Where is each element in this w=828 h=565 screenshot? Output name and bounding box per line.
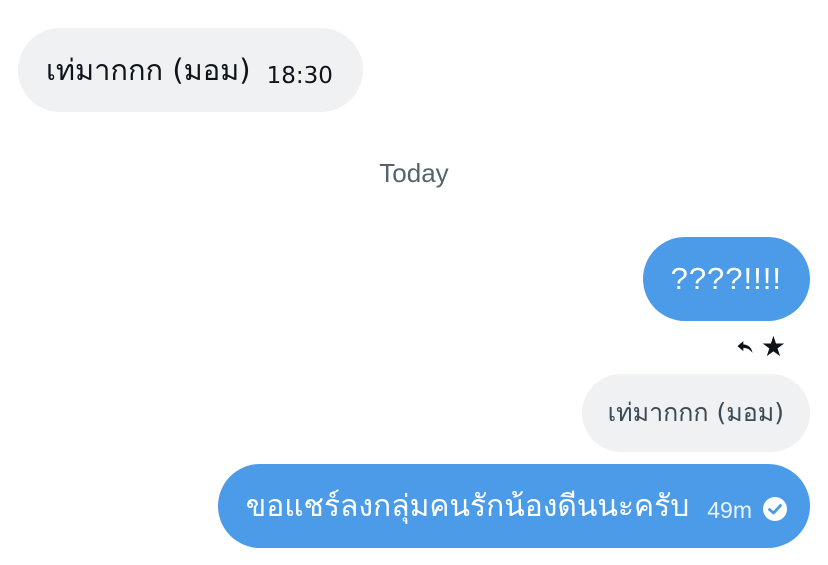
star-icon: ★ (760, 330, 786, 363)
reply-icon (737, 341, 753, 353)
quoted-message-preview[interactable]: เท่มากกก (มอม) (581, 374, 810, 452)
reply-indicator: ★ (735, 333, 786, 361)
outgoing-message-time: 49m (707, 496, 752, 523)
outgoing-message-text: ขอแชร์ลงกลุ่มคนรักน้องดีนนะครับ (245, 488, 690, 524)
chat-thread: เท่มากกก (มอม) 18:30 Today ????!!!! ★ เท… (0, 0, 828, 565)
read-check-icon (763, 497, 787, 521)
incoming-message-text: เท่มากกก (มอม) (46, 52, 251, 87)
incoming-message-time: 18:30 (266, 63, 333, 89)
incoming-message-bubble[interactable]: เท่มากกก (มอม) 18:30 (18, 28, 363, 112)
outgoing-question-bubble[interactable]: ????!!!! (642, 237, 810, 321)
quoted-message-text: เท่มากกก (มอม) (607, 398, 784, 427)
outgoing-question-text: ????!!!! (670, 261, 782, 296)
date-divider: Today (379, 158, 449, 188)
outgoing-message-bubble[interactable]: ขอแชร์ลงกลุ่มคนรักน้องดีนนะครับ 49m (217, 464, 810, 548)
